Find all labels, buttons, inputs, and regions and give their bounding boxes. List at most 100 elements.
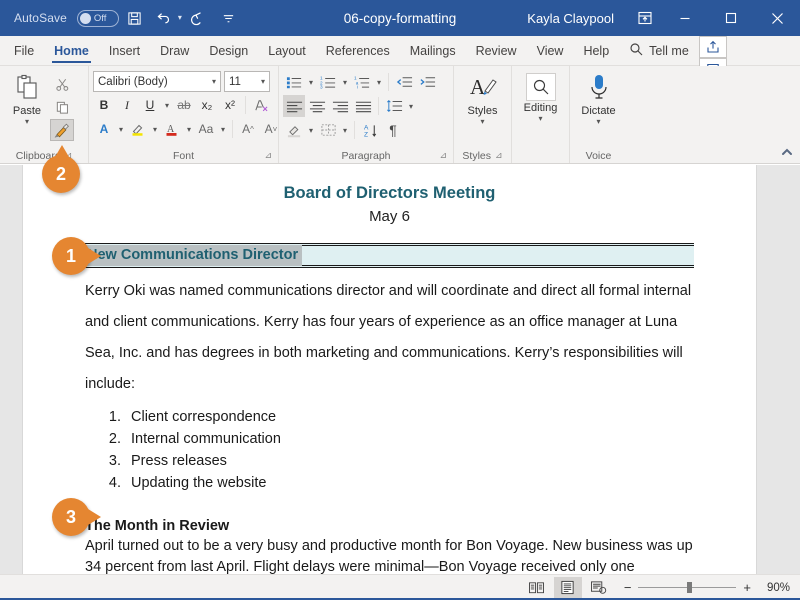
format-painter-icon[interactable] — [50, 119, 74, 141]
superscript-button[interactable]: x² — [219, 94, 241, 116]
customize-quick-access-toolbar-icon[interactable] — [216, 5, 242, 31]
tab-help[interactable]: Help — [573, 36, 619, 65]
align-left-icon[interactable] — [283, 95, 305, 117]
styles-dialog-launcher[interactable]: ⊿ — [495, 150, 503, 161]
borders-caret[interactable]: ▾ — [340, 119, 350, 141]
font-dialog-launcher[interactable]: ⊿ — [264, 150, 272, 161]
underline-button[interactable]: U — [139, 94, 161, 116]
bullets-caret[interactable]: ▾ — [306, 71, 316, 93]
search-icon — [629, 42, 643, 59]
strikethrough-button[interactable]: ab — [173, 94, 195, 116]
grow-font-button[interactable]: A ^ — [237, 118, 259, 140]
save-icon[interactable] — [122, 5, 148, 31]
change-case-caret[interactable]: ▾ — [218, 118, 228, 140]
shading-caret[interactable]: ▾ — [306, 119, 316, 141]
font-group-label: Font — [172, 149, 194, 162]
autosave-toggle[interactable]: Off — [76, 9, 119, 27]
paragraph-dialog-launcher[interactable]: ⊿ — [439, 150, 447, 161]
read-mode-icon[interactable] — [523, 577, 551, 599]
tab-references[interactable]: References — [316, 36, 400, 65]
heading-with-borders[interactable]: New Communications Director — [85, 243, 694, 268]
copy-icon[interactable] — [50, 96, 74, 118]
callout-badge-2: 2 — [42, 145, 80, 193]
web-layout-icon[interactable] — [585, 577, 613, 599]
sort-icon[interactable]: A Z — [359, 119, 381, 141]
minimize-button[interactable] — [662, 0, 708, 36]
bold-button[interactable]: B — [93, 94, 115, 116]
autosave-toggle-knob — [79, 12, 91, 24]
tell-me-search[interactable]: Tell me — [619, 36, 699, 65]
zoom-slider-thumb[interactable] — [687, 582, 693, 593]
tab-file[interactable]: File — [0, 36, 44, 65]
font-name-combo[interactable]: Calibri (Body) ▾ — [93, 71, 221, 92]
change-case-button[interactable]: Aa — [195, 118, 217, 140]
tab-home[interactable]: Home — [44, 36, 99, 65]
dictate-button[interactable]: Dictate ▾ — [576, 69, 622, 126]
increase-indent-icon[interactable] — [416, 71, 438, 93]
numbered-list-icon[interactable]: 1 2 3 — [317, 71, 339, 93]
dictate-caret[interactable]: ▾ — [596, 118, 600, 126]
undo-icon[interactable] — [151, 5, 177, 31]
line-spacing-caret[interactable]: ▾ — [406, 95, 416, 117]
zoom-slider[interactable] — [638, 582, 737, 593]
share-icon[interactable] — [698, 36, 727, 58]
tab-layout[interactable]: Layout — [258, 36, 316, 65]
tab-view[interactable]: View — [527, 36, 574, 65]
zoom-level-label[interactable]: 90% — [758, 582, 790, 594]
paste-label: Paste — [12, 105, 42, 117]
undo-dropdown-caret[interactable]: ▾ — [178, 14, 182, 22]
maximize-button[interactable] — [708, 0, 754, 36]
font-name-caret[interactable]: ▾ — [208, 77, 216, 86]
tab-design[interactable]: Design — [199, 36, 258, 65]
font-size-caret[interactable]: ▾ — [257, 77, 265, 86]
align-center-icon[interactable] — [306, 95, 328, 117]
numbering-caret[interactable]: ▾ — [340, 71, 350, 93]
text-effects-caret[interactable]: ▾ — [116, 118, 126, 140]
section-heading-2: The Month in Review — [85, 518, 230, 534]
italic-button[interactable]: I — [116, 94, 138, 116]
shading-icon[interactable] — [283, 119, 305, 141]
multilevel-list-icon[interactable]: 1 a i — [351, 71, 373, 93]
justify-icon[interactable] — [352, 95, 374, 117]
line-spacing-icon[interactable] — [383, 95, 405, 117]
decrease-indent-icon[interactable] — [393, 71, 415, 93]
text-highlight-color-icon[interactable] — [127, 118, 149, 140]
editing-button[interactable]: Editing ▾ — [518, 69, 564, 123]
tab-insert[interactable]: Insert — [99, 36, 150, 65]
text-effects-icon[interactable]: A — [93, 118, 115, 140]
tab-bar-right-buttons — [698, 36, 727, 80]
styles-button[interactable]: A Styles ▾ — [460, 69, 506, 126]
redo-icon[interactable] — [187, 5, 213, 31]
zoom-control: − + 90% — [624, 580, 790, 595]
multilevel-caret[interactable]: ▾ — [374, 71, 384, 93]
font-color-icon[interactable]: A — [161, 118, 183, 140]
print-layout-icon[interactable] — [553, 576, 582, 599]
clear-formatting-icon[interactable] — [250, 94, 272, 116]
show-formatting-marks-icon[interactable]: ¶ — [382, 119, 404, 141]
ribbon-display-options-icon[interactable] — [628, 0, 662, 36]
font-color-caret[interactable]: ▾ — [184, 118, 194, 140]
align-right-icon[interactable] — [329, 95, 351, 117]
styles-caret[interactable]: ▾ — [480, 118, 484, 126]
user-account-name[interactable]: Kayla Claypool — [527, 11, 614, 26]
highlight-caret[interactable]: ▾ — [150, 118, 160, 140]
paste-button[interactable]: Paste ▾ — [4, 69, 50, 126]
collapse-ribbon-icon[interactable] — [780, 147, 794, 160]
numbered-list: Client correspondence Internal communica… — [125, 406, 694, 494]
paste-dropdown-caret[interactable]: ▾ — [25, 118, 29, 126]
editing-caret[interactable]: ▾ — [538, 115, 542, 123]
zoom-out-button[interactable]: − — [624, 580, 632, 595]
tab-draw[interactable]: Draw — [150, 36, 199, 65]
cut-scissors-icon[interactable] — [50, 73, 74, 95]
font-size-combo[interactable]: 11 ▾ — [224, 71, 270, 92]
tab-review[interactable]: Review — [466, 36, 527, 65]
document-page[interactable]: Board of Directors Meeting May 6 New Com… — [22, 165, 757, 574]
bullet-list-icon[interactable] — [283, 71, 305, 93]
zoom-in-button[interactable]: + — [743, 580, 751, 595]
borders-icon[interactable] — [317, 119, 339, 141]
underline-dropdown-caret[interactable]: ▾ — [162, 94, 172, 116]
tab-mailings[interactable]: Mailings — [400, 36, 466, 65]
subscript-button[interactable]: x₂ — [196, 94, 218, 116]
close-button[interactable] — [754, 0, 800, 36]
body-paragraph-1: Kerry Oki was named communications direc… — [85, 283, 692, 392]
